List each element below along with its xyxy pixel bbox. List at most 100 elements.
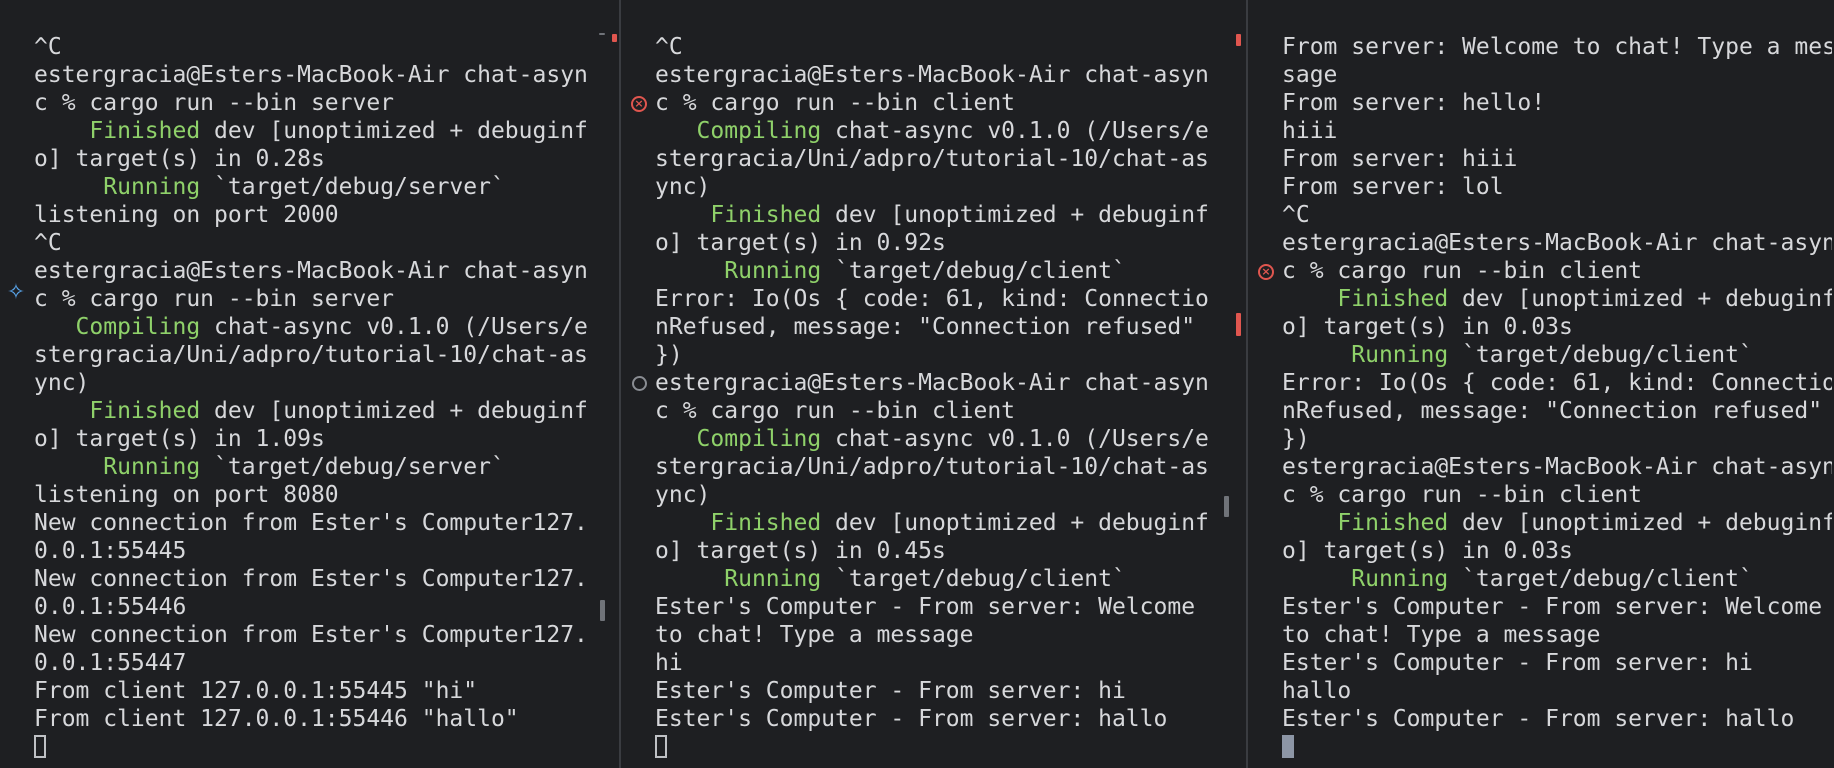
terminal-line: 0.0.1:55447 — [34, 650, 187, 676]
client-2-terminal-pane[interactable]: From server: Welcome to chat! Type a mes… — [1248, 0, 1832, 768]
error-status-icon[interactable]: × — [631, 96, 647, 112]
terminal-line: From server: Welcome to chat! Type a mes — [1282, 34, 1832, 60]
terminal-line: Running `target/debug/server` — [34, 453, 588, 481]
terminal-line: estergracia@Esters-MacBook-Air chat-asyn — [655, 370, 1209, 396]
cargo-status-keyword: Finished — [710, 510, 822, 536]
server-terminal-pane[interactable]: ^C estergracia@Esters-MacBook-Air chat-as… — [0, 0, 621, 768]
terminal-line: Ester's Computer - From server: hallo — [1282, 706, 1795, 732]
scrollbar-marker — [599, 33, 605, 35]
terminal-line: c % cargo run --bin client — [655, 398, 1016, 424]
terminal-line: ^C — [655, 34, 683, 60]
terminal-cursor[interactable] — [1282, 735, 1294, 758]
terminal-line-indent — [1282, 286, 1337, 312]
terminal-line: estergracia@Esters-MacBook-Air chat-asyn — [1282, 454, 1832, 480]
scrollbar-thumb[interactable] — [600, 600, 605, 621]
terminal-prompt-line — [34, 733, 588, 761]
terminal-line: New connection from Ester's Computer127. — [34, 566, 588, 592]
cargo-status-keyword: Finished — [710, 202, 822, 228]
terminal-line: Ester's Computer - From server: Welcome — [1282, 594, 1823, 620]
terminal-cursor[interactable] — [34, 735, 46, 758]
terminal-line: estergracia@Esters-MacBook-Air chat-asyn — [1282, 230, 1832, 256]
sparkle-icon[interactable]: ✧ — [2, 282, 30, 304]
terminal-line: c % cargo run --bin server — [34, 90, 395, 116]
cargo-status-detail: dev [unoptimized + debuginf — [1448, 286, 1832, 312]
terminal-line: From client 127.0.0.1:55446 "hallo" — [34, 706, 519, 732]
scrollbar-error-marker — [1236, 313, 1241, 336]
terminal-line: Finished dev [unoptimized + debuginf — [655, 201, 1209, 229]
cargo-status-keyword: Finished — [89, 398, 201, 424]
terminal-line: Compiling chat-async v0.1.0 (/Users/e — [655, 117, 1209, 145]
terminal-line: ync) — [655, 174, 711, 200]
cargo-status-detail: dev [unoptimized + debuginf — [200, 398, 588, 424]
terminal-line: }) — [1282, 426, 1310, 452]
idle-status-icon[interactable] — [632, 376, 647, 391]
terminal-line: Running `target/debug/client` — [655, 257, 1209, 285]
terminal-line: Ester's Computer - From server: Welcome — [655, 594, 1196, 620]
terminal-line: nRefused, message: "Connection refused" — [1282, 398, 1823, 424]
terminal-line: Finished dev [unoptimized + debuginf — [34, 397, 588, 425]
cargo-status-detail: chat-async v0.1.0 (/Users/e — [200, 314, 588, 340]
cargo-status-keyword: Running — [103, 174, 201, 200]
cargo-status-keyword: Running — [1351, 342, 1449, 368]
cargo-status-keyword: Running — [103, 454, 201, 480]
terminal-prompt-line — [1282, 733, 1832, 761]
cargo-status-keyword: Running — [724, 566, 822, 592]
terminal-line-indent — [655, 202, 710, 228]
scrollbar-thumb[interactable] — [1224, 496, 1229, 517]
cargo-status-detail: `target/debug/client` — [821, 258, 1126, 284]
cargo-status-keyword: Running — [724, 258, 822, 284]
cargo-status-keyword: Compiling — [696, 426, 822, 452]
terminal-line: estergracia@Esters-MacBook-Air chat-asyn — [34, 258, 588, 284]
client-1-terminal-output: ^C estergracia@Esters-MacBook-Air chat-as… — [655, 33, 1209, 761]
cargo-status-keyword: Finished — [1337, 286, 1449, 312]
client-1-terminal-pane[interactable]: ^C estergracia@Esters-MacBook-Air chat-as… — [621, 0, 1248, 768]
terminal-line-indent — [34, 454, 103, 480]
terminal-line: stergracia/Uni/adpro/tutorial-10/chat-as — [34, 342, 588, 368]
terminal-line-indent — [34, 314, 76, 340]
terminal-line: o] target(s) in 0.92s — [655, 230, 946, 256]
client-2-terminal-output: From server: Welcome to chat! Type a mes… — [1282, 33, 1832, 761]
error-status-icon[interactable]: × — [1258, 264, 1274, 280]
terminal-line: From server: hiii — [1282, 146, 1518, 172]
terminal-line: Finished dev [unoptimized + debuginf — [34, 117, 588, 145]
cargo-status-detail: dev [unoptimized + debuginf — [821, 510, 1209, 536]
terminal-line: nRefused, message: "Connection refused" — [655, 314, 1196, 340]
terminal-line-indent — [1282, 510, 1337, 536]
terminal-line: listening on port 8080 — [34, 482, 339, 508]
terminal-line: Running `target/debug/client` — [1282, 565, 1832, 593]
cargo-status-keyword: Finished — [89, 118, 201, 144]
terminal-line: From server: lol — [1282, 174, 1504, 200]
cargo-status-detail: `target/debug/client` — [821, 566, 1126, 592]
terminal-line: Ester's Computer - From server: hallo — [655, 706, 1168, 732]
terminal-line: Error: Io(Os { code: 61, kind: Connectio — [1282, 370, 1832, 396]
terminal-line: }) — [655, 342, 683, 368]
terminal-line-indent — [34, 398, 89, 424]
cargo-status-detail: dev [unoptimized + debuginf — [1448, 510, 1832, 536]
terminal-line: Compiling chat-async v0.1.0 (/Users/e — [34, 313, 588, 341]
terminal-line: c % cargo run --bin client — [1282, 482, 1643, 508]
terminal-line: to chat! Type a message — [655, 622, 974, 648]
terminal-line: 0.0.1:55446 — [34, 594, 187, 620]
terminal-line: From client 127.0.0.1:55445 "hi" — [34, 678, 478, 704]
terminal-line: o] target(s) in 0.03s — [1282, 314, 1573, 340]
terminal-cursor[interactable] — [655, 735, 667, 758]
terminal-line: New connection from Ester's Computer127. — [34, 622, 588, 648]
cargo-status-detail: chat-async v0.1.0 (/Users/e — [821, 426, 1209, 452]
terminal-line: ^C — [34, 230, 62, 256]
scrollbar-error-marker — [612, 34, 617, 42]
terminal-line: Error: Io(Os { code: 61, kind: Connectio — [655, 286, 1209, 312]
terminal-line: hallo — [1282, 678, 1352, 704]
server-terminal-output: ^C estergracia@Esters-MacBook-Air chat-as… — [34, 33, 588, 761]
terminal-line: New connection from Ester's Computer127. — [34, 510, 588, 536]
terminal-line: o] target(s) in 0.28s — [34, 146, 325, 172]
terminal-line: c % cargo run --bin client — [1282, 258, 1643, 284]
terminal-line: ^C — [34, 34, 62, 60]
terminal-line: estergracia@Esters-MacBook-Air chat-asyn — [34, 62, 588, 88]
cargo-status-keyword: Compiling — [75, 314, 201, 340]
terminal-line-indent — [1282, 566, 1351, 592]
terminal-line-indent — [655, 566, 724, 592]
terminal-line: hi — [655, 650, 683, 676]
cargo-status-detail: dev [unoptimized + debuginf — [821, 202, 1209, 228]
cargo-status-detail: `target/debug/server` — [200, 174, 505, 200]
terminal-line: stergracia/Uni/adpro/tutorial-10/chat-as — [655, 146, 1209, 172]
